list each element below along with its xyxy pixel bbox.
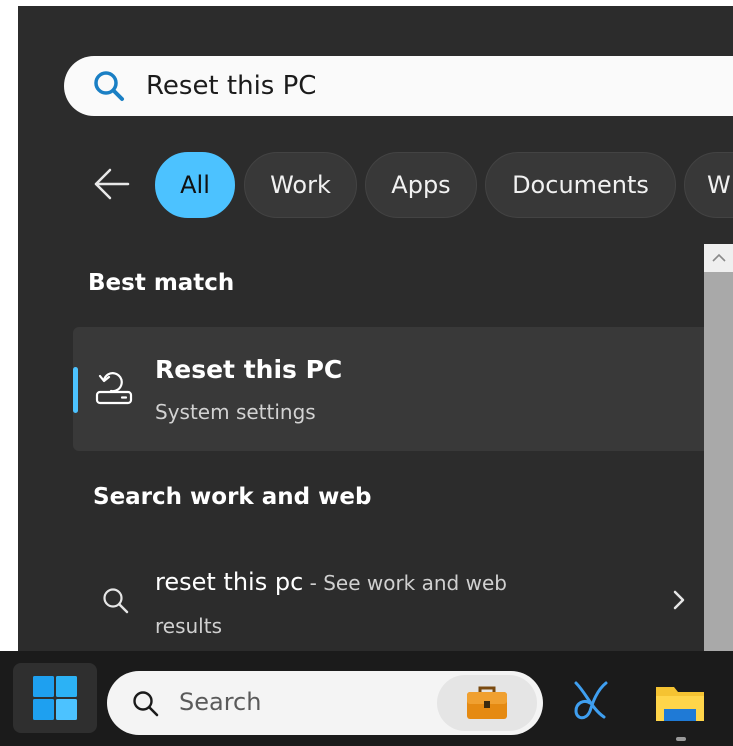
- best-match-result[interactable]: Reset this PC System settings: [73, 327, 713, 451]
- web-result-query: reset this pc: [155, 568, 304, 596]
- filter-documents[interactable]: Documents: [485, 152, 676, 218]
- windows-logo-icon: [33, 676, 77, 720]
- web-section-heading: Search work and web: [93, 484, 372, 510]
- running-indicator: [676, 737, 686, 741]
- filter-work[interactable]: Work: [244, 152, 357, 218]
- scrollbar[interactable]: [704, 244, 733, 651]
- filter-apps[interactable]: Apps: [365, 152, 477, 218]
- selection-indicator: [73, 367, 78, 413]
- search-input[interactable]: [146, 71, 706, 101]
- search-highlight-button[interactable]: [437, 675, 537, 731]
- search-icon: [131, 689, 161, 719]
- start-search-panel: All Work Apps Documents W Best match Res…: [18, 6, 733, 651]
- search-icon: [92, 69, 126, 103]
- web-result-text: reset this pc - See work and web: [155, 568, 507, 596]
- briefcase-icon: [467, 686, 507, 719]
- filter-all[interactable]: All: [155, 152, 235, 218]
- web-result-suffix: - See work and web: [303, 571, 507, 595]
- taskbar-search-box[interactable]: Search: [107, 671, 543, 735]
- best-match-title: Reset this PC: [155, 355, 343, 384]
- best-match-subtitle: System settings: [155, 400, 316, 424]
- start-button[interactable]: [13, 663, 97, 733]
- scroll-up-icon[interactable]: [704, 244, 733, 272]
- best-match-heading: Best match: [88, 270, 235, 296]
- reset-pc-icon: [93, 365, 137, 409]
- chevron-right-icon: [669, 588, 689, 612]
- taskbar-search-label: Search: [179, 688, 262, 716]
- web-search-result[interactable]: reset this pc - See work and web results: [73, 554, 713, 651]
- alpha-app-icon[interactable]: [568, 673, 612, 725]
- taskbar: Search: [0, 651, 733, 746]
- search-box[interactable]: [64, 56, 733, 116]
- filter-web[interactable]: W: [684, 152, 733, 218]
- file-explorer-icon[interactable]: [654, 681, 706, 725]
- web-result-suffix-line2: results: [155, 614, 223, 638]
- back-arrow-icon[interactable]: [90, 164, 134, 204]
- search-icon: [101, 586, 131, 616]
